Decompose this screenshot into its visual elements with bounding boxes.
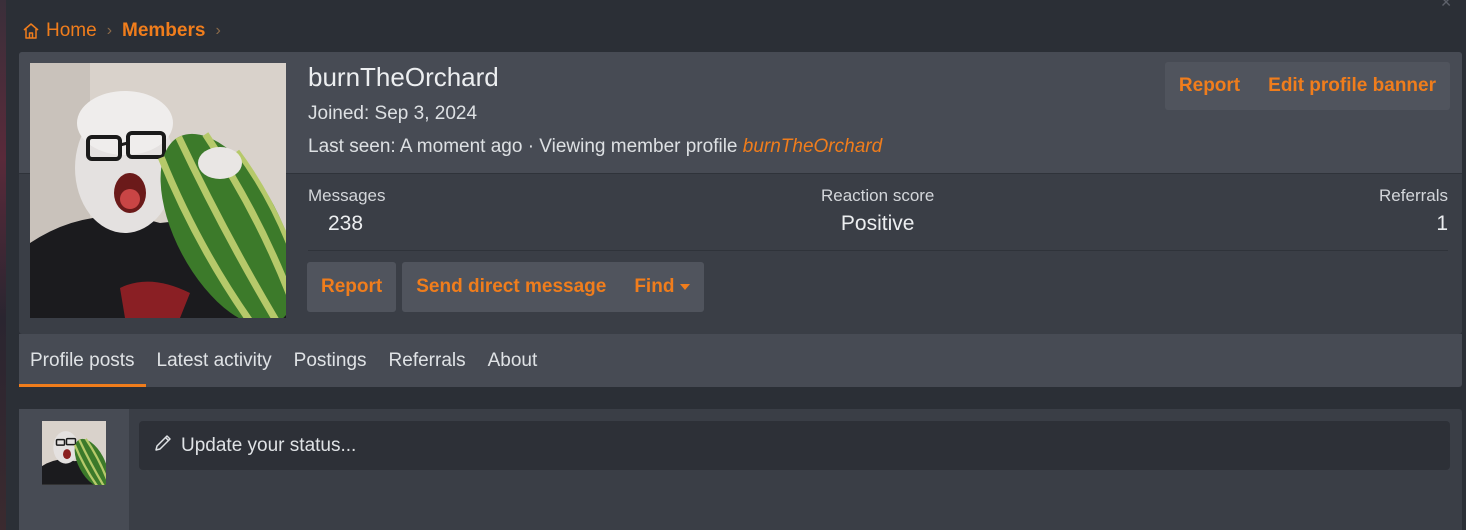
member-stats: Messages 238 Reaction score Positive Ref… <box>308 186 1448 251</box>
find-label: Find <box>634 276 675 297</box>
message-find-group: Send direct message Find <box>402 262 705 312</box>
stat-reaction-score: Reaction score Positive <box>821 186 934 236</box>
breadcrumb-home-label: Home <box>46 20 97 41</box>
tab-about[interactable]: About <box>477 334 549 387</box>
stat-referrals-label: Referrals <box>1379 186 1448 205</box>
find-menu-button[interactable]: Find <box>634 276 691 298</box>
tab-referrals[interactable]: Referrals <box>378 334 477 387</box>
breadcrumb-home[interactable]: Home <box>22 20 97 42</box>
member-actions: Report Send direct message Find <box>307 262 705 312</box>
breadcrumb-members[interactable]: Members <box>122 20 205 42</box>
profile-tabs: Profile posts Latest activity Postings R… <box>19 334 1462 387</box>
status-avatar-column <box>19 409 129 530</box>
send-direct-message-button[interactable]: Send direct message <box>416 276 606 298</box>
status-placeholder: Update your status... <box>181 434 357 456</box>
tab-latest-activity[interactable]: Latest activity <box>146 334 283 387</box>
status-update-block: Update your status... <box>19 409 1462 530</box>
report-banner-button[interactable]: Report <box>1179 75 1240 97</box>
avatar-small[interactable] <box>42 421 106 485</box>
last-seen-profile-link[interactable]: burnTheOrchard <box>743 136 882 157</box>
page: ✕ Home › Members › burnTheOrchard Joined… <box>0 0 1466 530</box>
banner-actions: Report Edit profile banner <box>1164 62 1450 110</box>
window-edge <box>0 0 6 530</box>
tab-postings[interactable]: Postings <box>283 334 378 387</box>
chevron-right-icon: › <box>215 22 221 39</box>
stat-messages-value: 238 <box>328 212 364 235</box>
stat-referrals-value: 1 <box>1436 212 1448 235</box>
stat-referrals: Referrals 1 <box>1379 186 1448 236</box>
member-joined: Joined: Sep 3, 2024 <box>308 103 478 124</box>
status-update-input[interactable]: Update your status... <box>139 421 1450 470</box>
stat-messages-label: Messages <box>308 186 386 205</box>
caret-down-icon <box>680 283 691 290</box>
member-header: burnTheOrchard Joined: Sep 3, 2024 Last … <box>19 52 1462 334</box>
close-icon[interactable]: ✕ <box>1440 0 1452 11</box>
breadcrumb: Home › Members › <box>22 18 221 44</box>
stat-reaction-value: Positive <box>840 212 915 235</box>
last-seen-text: Last seen: A moment ago · Viewing member… <box>308 136 743 157</box>
edit-profile-banner-button[interactable]: Edit profile banner <box>1268 75 1436 97</box>
member-username: burnTheOrchard <box>308 62 499 92</box>
report-button-group: Report <box>307 262 397 312</box>
tab-profile-posts[interactable]: Profile posts <box>19 334 146 387</box>
avatar[interactable] <box>30 63 286 318</box>
stat-messages[interactable]: Messages 238 <box>308 186 385 236</box>
pencil-icon <box>153 433 173 459</box>
stat-reaction-label: Reaction score <box>821 186 935 205</box>
home-icon <box>22 22 40 40</box>
report-member-button[interactable]: Report <box>321 276 382 298</box>
chevron-right-icon: › <box>106 22 113 39</box>
member-last-seen: Last seen: A moment ago · Viewing member… <box>308 136 882 158</box>
